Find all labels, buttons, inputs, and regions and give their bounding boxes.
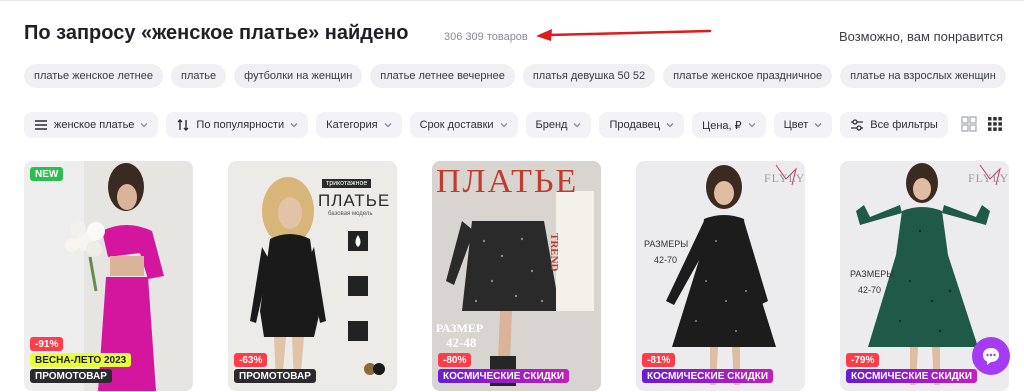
- chat-icon: [983, 348, 999, 365]
- chevron-down-icon: [290, 123, 298, 128]
- size-value: 42-70: [858, 285, 882, 295]
- chevron-down-icon: [814, 123, 822, 128]
- suggestion-chips: платье женское летнее платье футболки на…: [24, 64, 1006, 88]
- size-label: РАЗМЕРЫ: [850, 269, 895, 279]
- cosmic-sale-badge: КОСМИЧЕСКИЕ СКИДКИ: [642, 369, 774, 383]
- menu-icon: [35, 120, 47, 130]
- discount-badge: -79%: [846, 353, 880, 367]
- category-label: Категория: [326, 119, 378, 131]
- delivery-filter[interactable]: Срок доставки: [409, 112, 518, 138]
- sort-button[interactable]: По популярности: [166, 112, 309, 138]
- product-card[interactable]: трикотажное ПЛАТЬЕ базовая модель -63% П…: [228, 161, 397, 391]
- sliders-icon: [851, 119, 864, 131]
- chevron-down-icon: [666, 123, 674, 128]
- brand-logo-text: FLYLY: [764, 171, 805, 185]
- brand-logo-text: FLYLY: [968, 171, 1009, 185]
- product-label-main: ПЛАТЬЕ: [318, 191, 391, 210]
- discount-badge: -80%: [438, 353, 472, 367]
- product-headline: ПЛАТЬЕ: [436, 163, 579, 200]
- size-label: РАЗМЕР: [436, 321, 484, 335]
- page-title: По запросу «женское платье» найдено: [24, 22, 409, 44]
- new-badge: NEW: [30, 167, 64, 181]
- promo-badge: ПРОМОТОВАР: [30, 369, 112, 383]
- discount-badge: -63%: [234, 353, 268, 367]
- recommend-link[interactable]: Возможно, вам понравится: [839, 29, 1003, 44]
- search-header: По запросу «женское платье» найдено 306 …: [24, 20, 1004, 50]
- query-filter-button[interactable]: женское платье: [24, 112, 159, 138]
- cosmic-sale-badge: КОСМИЧЕСКИЕ СКИДКИ: [846, 369, 978, 383]
- price-label: Цена, ₽: [702, 119, 742, 132]
- seller-label: Продавец: [609, 119, 661, 131]
- season-badge: ВЕСНА-ЛЕТО 2023: [30, 353, 132, 367]
- size-label: РАЗМЕРЫ: [644, 239, 689, 249]
- price-filter[interactable]: Цена, ₽: [692, 112, 766, 138]
- chevron-down-icon: [574, 123, 581, 128]
- suggestion-chip[interactable]: платье на взрослых женщин: [840, 64, 1006, 88]
- product-card[interactable]: FLYLY РАЗМЕРЫ 42-70 -81% КОСМИЧЕСКИЕ СКИ…: [636, 161, 805, 391]
- product-card[interactable]: ПЛАТЬЕ TREND РАЗМЕР 42-48 -80% КОСМИЧЕСК…: [432, 161, 601, 391]
- product-label-sub: базовая модель: [328, 211, 373, 217]
- suggestion-chip[interactable]: платье женское праздничное: [663, 64, 833, 88]
- promo-badge: ПРОМОТОВАР: [234, 369, 316, 383]
- product-side-text: TREND: [548, 233, 560, 272]
- category-filter[interactable]: Категория: [316, 112, 402, 138]
- cosmic-sale-badge: КОСМИЧЕСКИЕ СКИДКИ: [438, 369, 570, 383]
- chevron-down-icon: [748, 123, 756, 128]
- red-arrow-annotation: [536, 29, 712, 41]
- filter-bar: женское платье По популярности Категория…: [24, 112, 948, 138]
- discount-badge: -81%: [642, 353, 676, 367]
- sort-icon: [177, 119, 189, 131]
- suggestion-chip[interactable]: футболки на женщин: [234, 64, 363, 88]
- brand-label: Бренд: [535, 119, 568, 131]
- chevron-down-icon: [140, 123, 148, 128]
- top-border: [0, 0, 1024, 1]
- sort-label: По популярности: [196, 119, 285, 131]
- suggestion-chip[interactable]: платье женское летнее: [24, 64, 163, 88]
- suggestion-chip[interactable]: платье летнее вечернее: [370, 64, 515, 88]
- size-value: 42-48: [446, 335, 477, 350]
- color-filter[interactable]: Цвет: [773, 112, 833, 138]
- chevron-down-icon: [384, 123, 392, 128]
- product-grid: NEW -91% ВЕСНА-ЛЕТО 2023 ПРОМОТОВАР трик…: [24, 161, 1009, 391]
- discount-badge: -91%: [30, 337, 64, 351]
- grid-large-icon[interactable]: [961, 116, 977, 132]
- all-filters-button[interactable]: Все фильтры: [840, 112, 948, 138]
- product-label-top: трикотажное: [322, 179, 372, 188]
- all-filters-label: Все фильтры: [870, 119, 938, 131]
- suggestion-chip[interactable]: платье: [171, 64, 227, 88]
- seller-filter[interactable]: Продавец: [599, 112, 685, 138]
- results-count: 306 309 товаров: [444, 31, 528, 43]
- color-label: Цвет: [783, 119, 809, 131]
- size-value: 42-70: [654, 255, 678, 265]
- chevron-down-icon: [500, 123, 507, 128]
- product-card[interactable]: NEW -91% ВЕСНА-ЛЕТО 2023 ПРОМОТОВАР: [24, 161, 193, 391]
- brand-filter[interactable]: Бренд: [525, 112, 592, 138]
- suggestion-chip[interactable]: платья девушка 50 52: [522, 64, 656, 88]
- query-filter-label: женское платье: [54, 119, 135, 131]
- view-toggle: [961, 116, 1003, 132]
- delivery-label: Срок доставки: [419, 119, 494, 131]
- chat-button[interactable]: [972, 337, 1010, 375]
- grid-small-icon[interactable]: [987, 116, 1003, 132]
